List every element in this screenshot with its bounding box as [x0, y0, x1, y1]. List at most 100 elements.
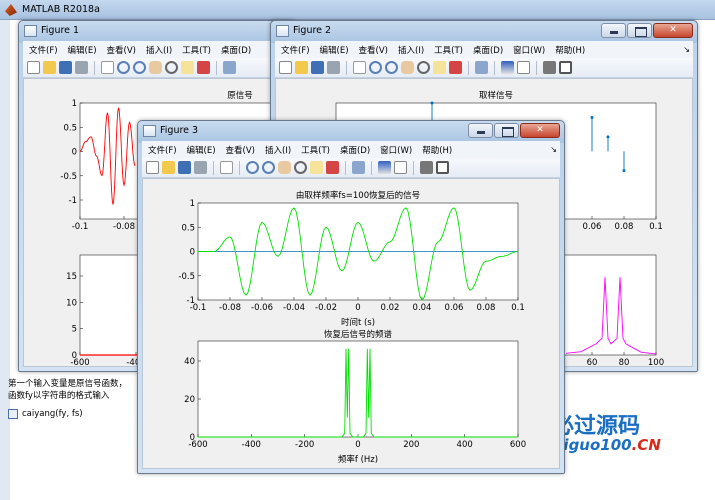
rotate-icon[interactable]: [165, 61, 178, 74]
rotate-icon[interactable]: [294, 161, 307, 174]
y-tick-label: 5: [72, 325, 77, 335]
figure2-title: Figure 2: [293, 25, 332, 36]
menu-help[interactable]: 帮助(H): [422, 144, 452, 156]
zoom-out-icon[interactable]: [133, 61, 146, 74]
minimize-button[interactable]: [468, 123, 493, 138]
maximize-button[interactable]: [627, 23, 652, 38]
menu-view[interactable]: 查看(V): [359, 44, 388, 56]
data-cursor-icon[interactable]: [310, 161, 323, 174]
menu-edit[interactable]: 编辑(E): [320, 44, 349, 56]
menu-desktop[interactable]: 桌面(D): [473, 44, 503, 56]
menu-view[interactable]: 查看(V): [226, 144, 255, 156]
function-item[interactable]: caiyang(fy, fs): [8, 408, 127, 420]
pointer-icon[interactable]: [220, 161, 233, 174]
menu-help[interactable]: 帮助(H): [555, 44, 585, 56]
x-tick-label: -0.1: [72, 222, 89, 232]
menu-tools[interactable]: 工具(T): [434, 44, 463, 56]
x-tick-label: 80: [619, 358, 630, 367]
x-tick-label: 0.02: [381, 303, 400, 313]
zoom-out-icon[interactable]: [385, 61, 398, 74]
close-button[interactable]: [653, 23, 693, 38]
save-icon[interactable]: [59, 61, 72, 74]
stem-marker: [590, 116, 594, 119]
toolbar-separator: [346, 60, 347, 75]
zoom-in-icon[interactable]: [117, 61, 130, 74]
menu-insert[interactable]: 插入(I): [265, 144, 291, 156]
colorbar-icon[interactable]: [501, 61, 514, 74]
menu-file[interactable]: 文件(F): [148, 144, 177, 156]
new-figure-icon[interactable]: [279, 61, 292, 74]
pointer-icon[interactable]: [101, 61, 114, 74]
brush-icon[interactable]: [449, 61, 462, 74]
function-call-text: caiyang(fy, fs): [22, 409, 83, 419]
zoom-in-icon[interactable]: [246, 161, 259, 174]
y-tick-label: 0: [72, 148, 77, 158]
figure1-menubar: 文件(F) 编辑(E) 查看(V) 插入(I) 工具(T) 桌面(D): [23, 41, 291, 58]
menu-desktop[interactable]: 桌面(D): [340, 144, 370, 156]
fig3-plot2-xlabel: 频率f (Hz): [338, 454, 378, 465]
colorbar-icon[interactable]: [378, 161, 391, 174]
legend-icon[interactable]: [394, 161, 407, 174]
menu-window[interactable]: 窗口(W): [513, 44, 545, 56]
toolbar-separator: [213, 160, 214, 175]
save-icon[interactable]: [178, 161, 191, 174]
print-icon[interactable]: [75, 61, 88, 74]
print-icon[interactable]: [327, 61, 340, 74]
figure1-title-bar[interactable]: Figure 1: [19, 21, 295, 41]
menu-edit[interactable]: 编辑(E): [68, 44, 97, 56]
open-file-icon[interactable]: [162, 161, 175, 174]
dock-arrow-icon[interactable]: ↘: [550, 145, 557, 154]
show-plot-tools-icon[interactable]: [436, 161, 449, 174]
pan-icon[interactable]: [149, 61, 162, 74]
data-cursor-icon[interactable]: [181, 61, 194, 74]
show-plot-tools-icon[interactable]: [559, 61, 572, 74]
data-cursor-icon[interactable]: [433, 61, 446, 74]
new-figure-icon[interactable]: [27, 61, 40, 74]
fig3-plot1-xlabel: 时间t (s): [341, 317, 375, 328]
print-icon[interactable]: [194, 161, 207, 174]
link-icon[interactable]: [223, 61, 236, 74]
brush-icon[interactable]: [326, 161, 339, 174]
pan-icon[interactable]: [278, 161, 291, 174]
x-tick-label: 0: [355, 440, 360, 450]
menu-insert[interactable]: 插入(I): [398, 44, 424, 56]
x-tick-label: 400: [457, 440, 473, 450]
legend-icon[interactable]: [517, 61, 530, 74]
zoom-out-icon[interactable]: [262, 161, 275, 174]
figure3-window[interactable]: Figure 3 文件(F) 编辑(E) 查看(V) 插入(I) 工具(T) 桌…: [137, 120, 565, 474]
minimize-button[interactable]: [601, 23, 626, 38]
menu-window[interactable]: 窗口(W): [380, 144, 412, 156]
menu-view[interactable]: 查看(V): [107, 44, 136, 56]
menu-tools[interactable]: 工具(T): [182, 44, 211, 56]
x-tick-label: -0.04: [283, 303, 305, 313]
figure3-title-bar[interactable]: Figure 3: [138, 121, 564, 141]
rotate-icon[interactable]: [417, 61, 430, 74]
menu-file[interactable]: 文件(F): [29, 44, 58, 56]
new-figure-icon[interactable]: [146, 161, 159, 174]
menu-insert[interactable]: 插入(I): [146, 44, 172, 56]
figure1-title: Figure 1: [41, 25, 80, 36]
stem-marker: [606, 135, 610, 139]
figure2-title-bar[interactable]: Figure 2: [271, 21, 697, 41]
fig3-plot2-axes: [197, 340, 519, 438]
zoom-in-icon[interactable]: [369, 61, 382, 74]
pointer-icon[interactable]: [353, 61, 366, 74]
x-tick-label: -0.08: [113, 222, 135, 232]
link-icon[interactable]: [475, 61, 488, 74]
dock-arrow-icon[interactable]: ↘: [683, 45, 690, 54]
save-icon[interactable]: [311, 61, 324, 74]
menu-file[interactable]: 文件(F): [281, 44, 310, 56]
link-icon[interactable]: [352, 161, 365, 174]
hide-plot-tools-icon[interactable]: [543, 61, 556, 74]
menu-edit[interactable]: 编辑(E): [187, 144, 216, 156]
open-file-icon[interactable]: [295, 61, 308, 74]
toolbar-separator: [216, 60, 217, 75]
menu-desktop[interactable]: 桌面(D): [221, 44, 251, 56]
close-button[interactable]: [520, 123, 560, 138]
pan-icon[interactable]: [401, 61, 414, 74]
hide-plot-tools-icon[interactable]: [420, 161, 433, 174]
menu-tools[interactable]: 工具(T): [301, 144, 330, 156]
maximize-button[interactable]: [494, 123, 519, 138]
open-file-icon[interactable]: [43, 61, 56, 74]
brush-icon[interactable]: [197, 61, 210, 74]
